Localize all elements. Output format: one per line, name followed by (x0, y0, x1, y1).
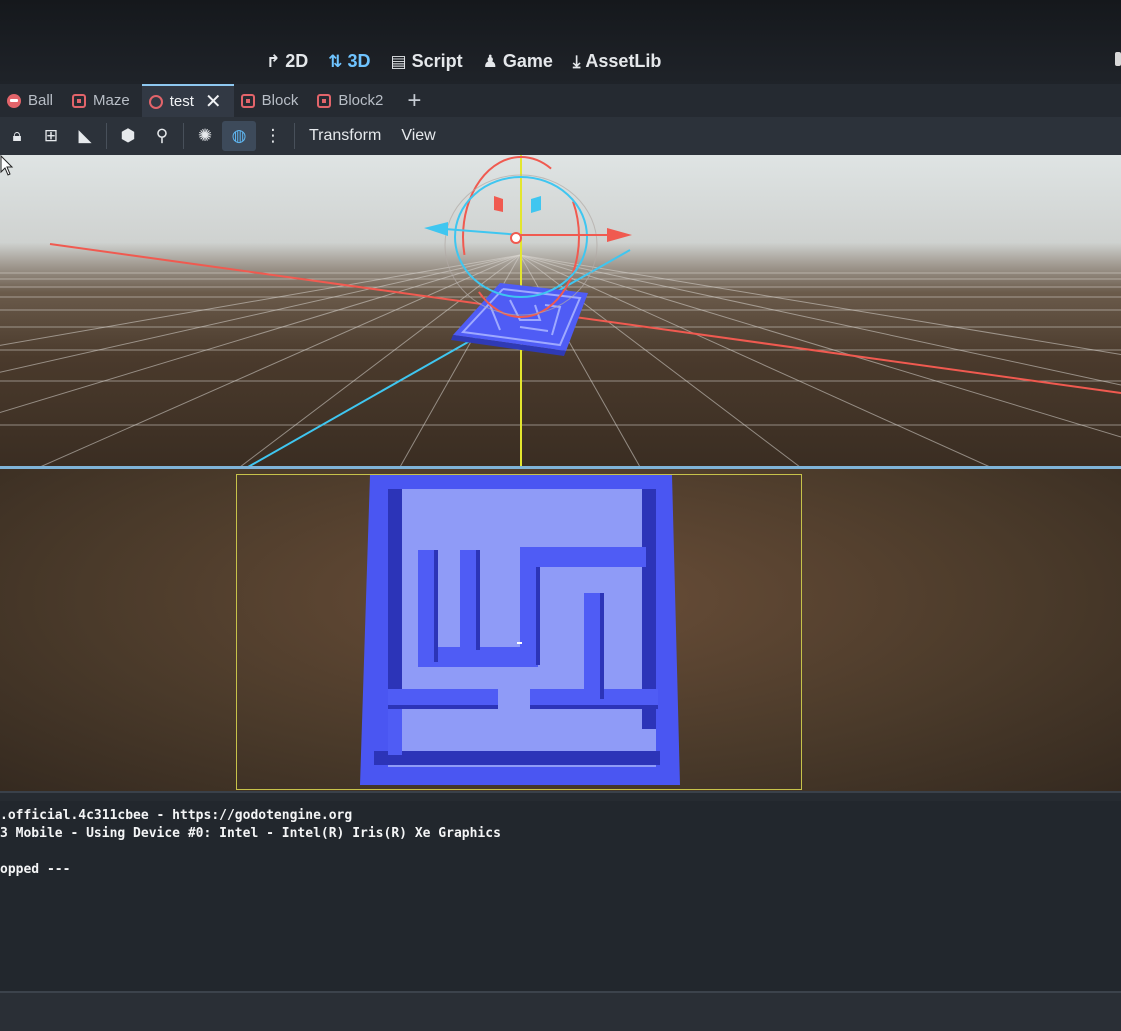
toolbar-separator (294, 123, 295, 149)
toolbar-separator (106, 123, 107, 149)
node3d-scene-icon (317, 93, 332, 108)
game-icon: ♟ (482, 51, 498, 71)
mouse-pointer-icon (0, 155, 14, 176)
bottom-panel-bar (0, 991, 1121, 1031)
lock-icon[interactable]: 🔒︎ (0, 121, 34, 151)
editor-top-bar: ↱ 2D ⇅ 3D ▤ Script ♟ Game ⤓ AssetLib (0, 0, 1121, 84)
maze-top-view (360, 475, 680, 785)
tab-maze[interactable]: Maze (65, 84, 142, 117)
tab-block2[interactable]: Block2 (310, 84, 395, 117)
workspace-label: 2D (285, 50, 309, 71)
output-log-line: 3 Mobile - Using Device #0: Intel - Inte… (0, 826, 501, 841)
tab-label: Maze (93, 92, 130, 109)
maze-object-3d (451, 283, 588, 356)
script-icon: ▤ (390, 51, 407, 71)
workspace-3d-button[interactable]: ⇅ 3D (328, 51, 370, 72)
ruler-icon[interactable]: ◣ (68, 121, 102, 151)
cube-icon[interactable]: ⬢ (111, 121, 145, 151)
workspace-label: Game (502, 50, 553, 71)
ball-scene-icon (7, 93, 21, 108)
workspace-assetlib-button[interactable]: ⤓ AssetLib (573, 51, 662, 72)
view-menu[interactable]: View (391, 127, 445, 145)
workspace-game-button[interactable]: ♟ Game (483, 51, 553, 72)
scene-tabs: Ball Maze test ✕ Block Block2 + (0, 84, 1121, 117)
top-right-control[interactable] (1115, 52, 1121, 66)
tab-label: Ball (28, 92, 54, 109)
viewport-3d-perspective[interactable] (0, 155, 1121, 467)
workspace-label: Script (411, 50, 463, 71)
3d-arrows-icon: ⇅ (328, 51, 343, 71)
node3d-scene-icon (72, 93, 87, 108)
output-log-line: opped --- (0, 862, 71, 877)
download-icon: ⤓ (572, 51, 581, 71)
add-tab-button[interactable]: + (395, 84, 433, 117)
tab-ball[interactable]: Ball (0, 84, 65, 117)
toolbar-separator (183, 123, 184, 149)
output-log-line: .official.4c311cbee - https://godotengin… (0, 808, 353, 823)
tab-test[interactable]: test ✕ (141, 84, 234, 117)
more-icon[interactable]: ⋮ (256, 121, 290, 151)
snap-icon[interactable]: ⚲ (145, 121, 179, 151)
sun-icon[interactable]: ✺ (188, 121, 222, 151)
workspace-script-button[interactable]: ▤ Script (391, 51, 463, 72)
ring-scene-icon (148, 94, 163, 109)
scene-grid-and-gizmo (0, 155, 1121, 467)
node3d-scene-icon (240, 93, 255, 108)
tab-label: test (169, 93, 194, 110)
panel-separator[interactable] (0, 791, 1121, 801)
workspace-2d-button[interactable]: ↱ 2D (266, 51, 308, 72)
globe-icon[interactable]: ◍ (222, 121, 256, 151)
close-icon[interactable]: ✕ (205, 89, 222, 114)
tab-label: Block (261, 92, 299, 109)
group-icon[interactable]: ⊞ (34, 121, 68, 151)
transform-menu[interactable]: Transform (299, 127, 391, 145)
tab-block[interactable]: Block (234, 84, 311, 117)
workspace-switcher: ↱ 2D ⇅ 3D ▤ Script ♟ Game ⤓ AssetLib (266, 46, 661, 76)
tab-label: Block2 (338, 92, 384, 109)
2d-arrows-icon: ↱ (266, 51, 281, 71)
output-panel: .official.4c311cbee - https://godotengin… (0, 801, 1121, 991)
output-log-line (0, 843, 1121, 861)
viewport-toolbar: 🔒︎ ⊞ ◣ ⬢ ⚲ ✺ ◍ ⋮ Transform View (0, 117, 1121, 155)
workspace-label: 3D (347, 50, 371, 71)
viewport-3d-camera-preview[interactable] (0, 469, 1121, 791)
workspace-label: AssetLib (585, 50, 662, 71)
